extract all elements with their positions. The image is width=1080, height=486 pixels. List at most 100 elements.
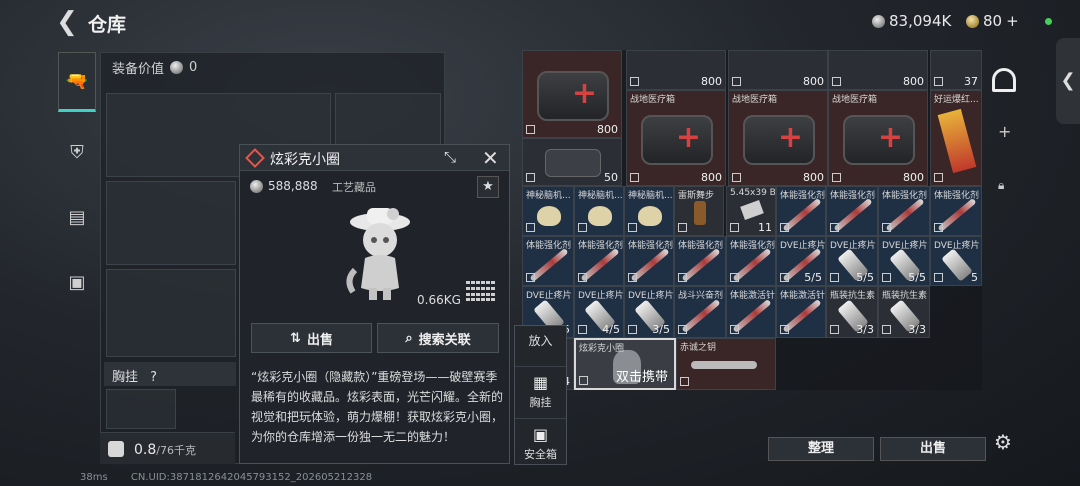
back-arrow-icon[interactable]: ❮ [52,8,82,38]
item-category: 工艺藏品 [332,181,376,194]
stash-item-cell[interactable]: 体能激活针 [726,286,776,338]
help-icon[interactable]: ? [150,370,157,385]
stash-item-cell[interactable]: 体能强化剂 [674,236,726,286]
stash-item-cell[interactable]: 体能强化剂 [574,236,624,286]
syringe-icon [885,197,925,233]
ping-value: 38ms [80,472,108,483]
stash-item-cell[interactable]: 战地医疗箱 800 [828,90,928,186]
stash-item-cell[interactable]: DVE止疼片 5/5 [826,236,878,286]
stash-item-cell[interactable]: DVE止疼片 5 [930,236,982,286]
stash-item-cell[interactable]: 瓶装抗生素 3/3 [826,286,878,338]
organize-button[interactable]: 整理 [768,437,874,461]
chest-rig-slot[interactable] [106,389,176,429]
place-chest-rig-option[interactable]: ▦ 胸挂 [515,366,566,410]
stash-item-name: 体能强化剂 [934,191,980,201]
not-sellable-icon [882,273,891,282]
stash-item-cell[interactable]: 50 [522,138,622,186]
stash-item-cell[interactable]: 800 [522,50,622,138]
not-sellable-icon [730,273,739,282]
collapse-icon[interactable]: ⤡ [444,148,456,166]
stash-item-cell[interactable]: 体能激活针 [776,286,826,338]
stash-item-cell[interactable]: 体能强化剂 [826,186,878,236]
tab-backpack[interactable]: ▤ [58,187,96,247]
stash-item-cell[interactable]: 赤诚之钥 [676,338,776,390]
stash-item-cell[interactable]: 神秘脑机... [522,186,574,236]
stash-item-cell[interactable]: 战斗兴奋剂 [674,286,726,338]
detail-header: 炫彩克小圈 ⤡ ✕ [240,145,509,171]
favorite-star-icon[interactable]: ★ [477,176,499,198]
stash-item-cell[interactable]: 800 [828,50,928,90]
tab-toolbox[interactable]: ▣ [58,252,96,312]
stash-item-name: DVE止疼片 [526,291,572,301]
pill-bottle-icon [941,248,973,282]
stash-item-name: DVE止疼片 [934,241,980,251]
not-sellable-icon [526,125,535,134]
stash-item-quantity: 5/5 [908,271,926,284]
stash-item-name: 体能强化剂 [678,241,724,251]
lucky-box-icon [937,108,977,174]
helmet-slot[interactable] [106,269,236,357]
tab-armor[interactable]: ⛨ [58,122,96,182]
close-icon[interactable]: ✕ [482,146,499,170]
ticket-display[interactable]: 80 + [966,12,1019,30]
stash-item-cell[interactable]: 战地医疗箱 800 [728,90,828,186]
stash-item-cell[interactable]: DVE止疼片 5/5 [776,236,826,286]
tab-weapons[interactable]: 🔫 [58,52,96,112]
stash-item-cell[interactable]: 战地医疗箱 800 [626,90,726,186]
item-detail-popup: 炫彩克小圈 ⤡ ✕ 588,888 工艺藏品 ★ 0.66KG ⇅ 出售 ⌕ 搜… [239,144,510,464]
stash-item-cell[interactable]: 双击携带 炫彩克小圈 [574,338,676,390]
add-ticket-icon[interactable]: + [1006,12,1019,30]
place-safe-box-option[interactable]: ▣ 安全箱 [515,418,566,464]
stash-item-cell[interactable]: 800 [728,50,828,90]
uid-text: CN.UID:3871812642045793152_202605212328 [130,472,373,483]
sell-button[interactable]: ⇅ 出售 [251,323,372,353]
stash-home-icon[interactable] [992,68,1016,92]
stash-item-cell[interactable]: 神秘脑机... [624,186,674,236]
weapon-slot-2[interactable] [106,181,236,265]
stash-item-name: 瓶装抗生素 [882,291,928,301]
gear-icon[interactable]: ⚙ [994,430,1012,454]
stash-item-quantity: 800 [803,75,824,88]
brain-chip-icon [638,206,662,226]
stash-item-cell[interactable]: 好运爆红... [930,90,982,186]
stash-item-cell[interactable]: DVE止疼片 3/5 [624,286,674,338]
equipment-value-amount: 0 [189,60,198,75]
stash-item-name: 体能强化剂 [578,241,624,251]
stash-item-cell[interactable]: 体能强化剂 [776,186,826,236]
stash-item-name: 战地医疗箱 [630,95,676,105]
stash-item-cell[interactable]: 37 [930,50,982,90]
item-name: 炫彩克小圈 [270,152,340,168]
search-icon: ⌕ [405,330,413,346]
capacity-value: 0.8 [134,442,157,458]
stash-side-controls: + 🔒︎ [988,60,1022,220]
locked-page-icon[interactable]: 🔒︎ [998,178,1004,193]
stash-item-cell[interactable]: 800 [626,50,726,90]
page-title: 仓库 [88,14,127,36]
syringe-icon [937,197,977,233]
brain-chip-icon [588,206,612,226]
stash-item-cell[interactable]: 5.45x39 BT... 11 [726,186,776,236]
stash-item-cell[interactable]: 体能强化剂 [930,186,982,236]
stash-item-cell[interactable]: 体能强化剂 [878,186,930,236]
item-weight: 0.66KG [417,293,461,307]
stash-item-cell[interactable]: DVE止疼片 4/5 [574,286,624,338]
not-sellable-icon [882,223,891,232]
stash-item-cell[interactable]: 雷斯舞步 [674,186,724,236]
stash-item-cell[interactable]: DVE止疼片 5/5 [878,236,930,286]
place-safe-box-label: 安全箱 [524,448,557,461]
side-panel-toggle-icon[interactable]: ❮ [1056,38,1080,124]
add-page-icon[interactable]: + [998,122,1011,141]
search-related-button[interactable]: ⌕ 搜索关联 [377,323,499,353]
not-sellable-icon [934,77,943,86]
stash-item-name: 神秘脑机... [628,191,673,201]
stash-item-cell[interactable]: 神秘脑机... [574,186,624,236]
stash-sell-button[interactable]: 出售 [880,437,986,461]
stash-item-cell[interactable]: 体能强化剂 [726,236,776,286]
not-sellable-icon [732,173,741,182]
stash-item-cell[interactable]: 体能强化剂 [624,236,674,286]
stash-item-quantity: 50 [604,171,618,184]
chest-rig-label: 胸挂 [112,370,139,385]
stash-item-cell[interactable]: 瓶装抗生素 3/3 [878,286,930,338]
medkit-icon [641,115,713,165]
stash-item-cell[interactable]: 体能强化剂 [522,236,574,286]
